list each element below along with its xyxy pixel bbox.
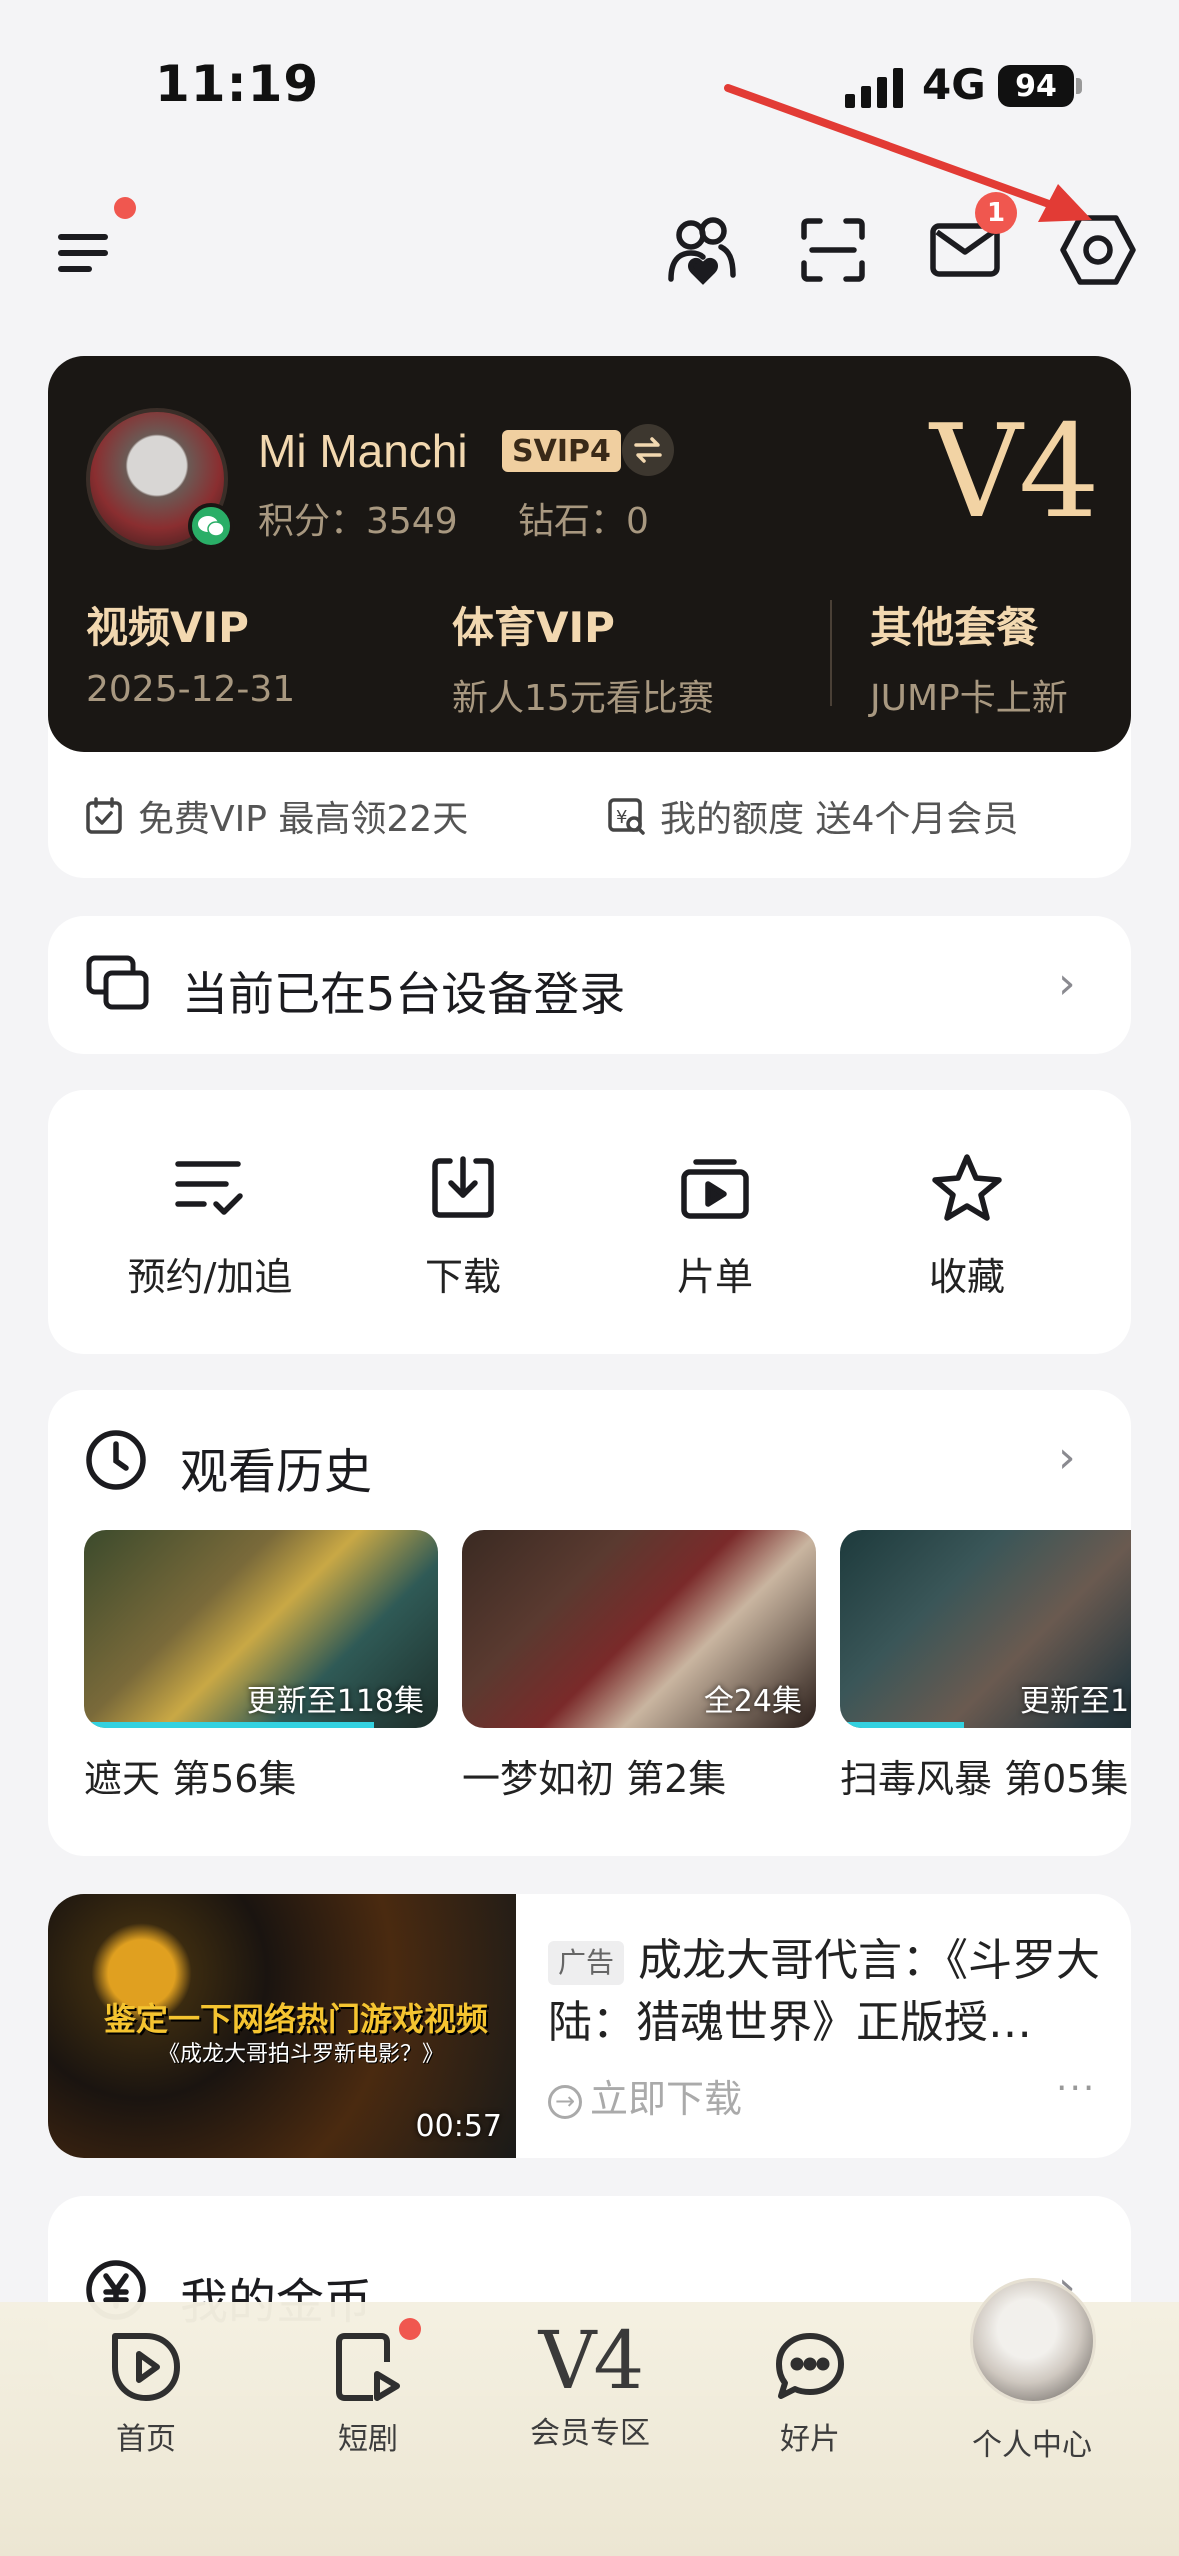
download-icon xyxy=(432,1156,494,1218)
download-arrow-icon: → xyxy=(548,2084,582,2119)
plan-other[interactable]: 其他套餐 JUMP卡上新 xyxy=(870,594,1068,721)
watch-progress-bar xyxy=(840,1722,964,1728)
checklist-icon xyxy=(175,1161,243,1215)
ad-tag: 广告 xyxy=(548,1941,625,1985)
history-item-thumbnail[interactable]: 全24集 xyxy=(462,1530,816,1728)
free-vip-link[interactable]: 免费VIP 最高领22天 xyxy=(84,790,468,842)
action-label: 片单 xyxy=(676,1255,753,1299)
chevron-right-icon: › xyxy=(1058,958,1076,1009)
devices-icon xyxy=(86,955,149,1010)
chat-bubble-icon xyxy=(776,2333,844,2399)
episode-badge: 全24集 xyxy=(703,1684,802,1719)
ad-title[interactable]: 广告 成龙大哥代言：《斗罗大陆：猎魂世界》正版授… xyxy=(548,1930,1108,2054)
menu-notification-dot xyxy=(114,197,136,219)
history-item-clip: 更新至1( xyxy=(840,1530,1131,1728)
history-title[interactable]: 观看历史 xyxy=(180,1432,372,1502)
diamonds-text: 钻石：0 xyxy=(518,501,649,542)
action-reserve[interactable]: 预约/加追 xyxy=(110,1148,310,1301)
ad-more-button[interactable]: ··· xyxy=(1056,2068,1096,2109)
wechat-icon xyxy=(188,503,234,549)
ad-image-subtitle: 《成龙大哥拍斗罗新电影？》 xyxy=(158,2042,445,2067)
home-play-icon xyxy=(112,2333,180,2401)
history-item-thumbnail[interactable]: 更新至1( xyxy=(840,1530,1131,1728)
v4-glyph: V4 xyxy=(538,2314,645,2407)
ad-image-headline: 鉴定一下网络热门游戏视频 xyxy=(104,2000,489,2038)
plan-title: 其他套餐 xyxy=(870,603,1039,652)
short-drama-notification-dot xyxy=(399,2318,421,2340)
watch-progress-bar xyxy=(84,1722,375,1728)
nav-home[interactable]: 首页 xyxy=(46,2330,246,2458)
nav-label: 会员专区 xyxy=(530,2416,650,2451)
action-label: 收藏 xyxy=(928,1255,1005,1299)
plan-subtitle: 新人15元看比赛 xyxy=(452,678,714,719)
playlist-icon xyxy=(681,1159,749,1219)
free-vip-text: 免费VIP 最高领22天 xyxy=(138,799,469,840)
svg-text:¥: ¥ xyxy=(616,807,627,828)
nav-profile[interactable]: 个人中心 xyxy=(932,2414,1132,2464)
vip-level: V4 xyxy=(930,398,1100,547)
plan-subtitle: JUMP卡上新 xyxy=(870,678,1068,719)
episode-badge: 更新至118集 xyxy=(246,1684,424,1719)
menu-icon xyxy=(58,234,108,272)
action-download[interactable]: 下载 xyxy=(363,1148,563,1301)
short-drama-icon xyxy=(336,2333,400,2401)
user-name[interactable]: Mi Manchi xyxy=(258,424,468,478)
device-login-text: 当前已在5台设备登录 xyxy=(182,967,626,1021)
plan-subtitle: 2025-12-31 xyxy=(86,669,296,710)
chevron-right-icon[interactable]: › xyxy=(1058,1432,1076,1483)
ad-title-text: 成龙大哥代言：《斗罗大陆：猎魂世界》正版授… xyxy=(548,1935,1101,2048)
ad-video-duration: 00:57 xyxy=(415,2109,502,2144)
points-text: 积分：3549 xyxy=(258,501,458,542)
svip-badge: SVIP4 xyxy=(502,430,621,472)
nav-label: 短剧 xyxy=(338,2422,398,2457)
nav-label: 个人中心 xyxy=(972,2428,1092,2463)
plan-title: 视频VIP xyxy=(86,603,249,652)
ad-download-text: 立即下载 xyxy=(590,2077,743,2121)
nav-short-drama[interactable]: 短剧 xyxy=(268,2330,468,2458)
wechat-bubble-icon xyxy=(198,516,225,537)
history-item-thumbnail[interactable]: 更新至118集 xyxy=(84,1530,438,1728)
nav-label: 首页 xyxy=(116,2422,176,2457)
calendar-check-icon xyxy=(86,797,122,834)
action-label: 下载 xyxy=(424,1255,501,1299)
plan-title: 体育VIP xyxy=(452,603,615,652)
plan-divider xyxy=(830,600,832,706)
ad-download-link[interactable]: → 立即下载 xyxy=(548,2068,742,2123)
nav-label: 好片 xyxy=(780,2422,840,2457)
history-item-caption[interactable]: 遮天 第56集 xyxy=(84,1748,296,1803)
menu-button[interactable] xyxy=(44,210,124,290)
episode-badge: 更新至1( xyxy=(1020,1684,1131,1719)
status-time: 11:19 xyxy=(155,55,320,113)
nav-vip-zone[interactable]: V4 会员专区 xyxy=(490,2316,690,2452)
history-item-caption[interactable]: 一梦如初 第2集 xyxy=(462,1748,726,1803)
action-favorites[interactable]: 收藏 xyxy=(867,1148,1067,1301)
action-playlist[interactable]: 片单 xyxy=(615,1148,815,1301)
star-icon xyxy=(932,1154,1002,1221)
annotation-arrow xyxy=(724,84,1092,222)
my-quota-text: 我的额度 送4个月会员 xyxy=(660,799,1019,840)
ad-image[interactable]: 鉴定一下网络热门游戏视频 《成龙大哥拍斗罗新电影？》 00:57 xyxy=(48,1894,516,2158)
nav-good-films[interactable]: 好片 xyxy=(710,2330,910,2458)
profile-avatar[interactable] xyxy=(970,2278,1096,2404)
plan-sports-vip[interactable]: 体育VIP 新人15元看比赛 xyxy=(452,594,714,721)
swap-arrows-icon xyxy=(634,437,662,463)
plan-video-vip[interactable]: 视频VIP 2025-12-31 xyxy=(86,594,295,710)
switch-account-button[interactable] xyxy=(622,424,674,476)
action-label: 预约/加追 xyxy=(127,1255,293,1299)
clock-icon xyxy=(86,1430,146,1490)
coupon-search-icon: ¥ xyxy=(608,798,645,835)
my-quota-link[interactable]: ¥ 我的额度 送4个月会员 xyxy=(606,790,1018,842)
history-item-caption[interactable]: 扫毒风暴 第05集 xyxy=(840,1748,1131,1803)
